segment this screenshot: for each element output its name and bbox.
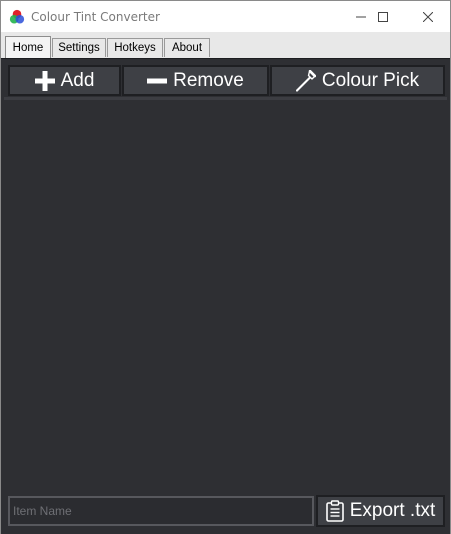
- colour-pick-button-label: Colour Pick: [321, 69, 420, 91]
- export-txt-button[interactable]: Export .txt: [316, 495, 445, 527]
- colour-pick-button[interactable]: Colour Pick: [270, 65, 445, 96]
- home-panel: Add Remove Colour Pick Item Name Export …: [1, 58, 450, 534]
- app-window: Colour Tint Converter Home Settings Hotk…: [0, 0, 451, 534]
- add-button[interactable]: Add: [8, 65, 121, 96]
- clipboard-icon: [325, 500, 344, 522]
- eyedropper-icon: [295, 69, 316, 92]
- tab-hotkeys[interactable]: Hotkeys: [107, 38, 163, 57]
- minus-icon: [147, 71, 168, 91]
- tab-home-label: Home: [12, 42, 44, 54]
- remove-button[interactable]: Remove: [122, 65, 269, 96]
- add-button-label: Add: [60, 69, 95, 91]
- window-title: Colour Tint Converter: [31, 10, 160, 24]
- rgb-circles-icon: [9, 9, 25, 25]
- toolbar-divider: [4, 97, 447, 100]
- tab-about-label: About: [171, 42, 203, 54]
- remove-button-label: Remove: [173, 69, 244, 91]
- colour-list[interactable]: [4, 101, 447, 494]
- maximize-button[interactable]: [360, 1, 405, 32]
- tab-settings-label: Settings: [58, 42, 100, 54]
- export-button-label: Export .txt: [349, 500, 436, 521]
- maximize-icon: [377, 11, 388, 22]
- plus-icon: [34, 70, 55, 91]
- tab-home[interactable]: Home: [5, 36, 51, 58]
- title-bar[interactable]: Colour Tint Converter: [1, 1, 450, 32]
- close-icon: [422, 11, 433, 22]
- tab-settings[interactable]: Settings: [52, 38, 106, 57]
- tab-hotkeys-label: Hotkeys: [114, 42, 156, 54]
- tab-strip: Home Settings Hotkeys About: [1, 32, 450, 59]
- tab-about[interactable]: About: [164, 38, 210, 57]
- item-name-input[interactable]: [8, 496, 314, 526]
- close-button[interactable]: [405, 1, 450, 32]
